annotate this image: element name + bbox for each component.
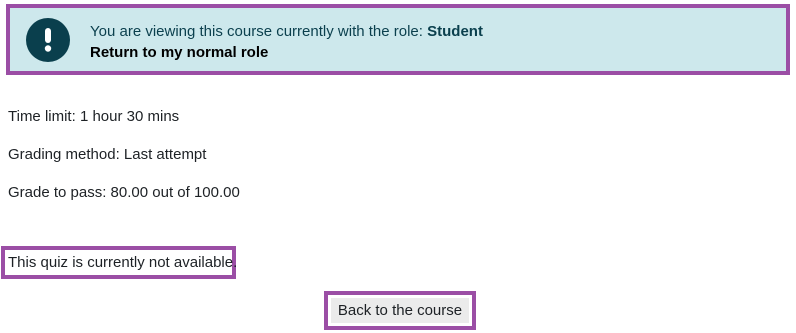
quiz-unavailable-notice: This quiz is currently not available.: [1, 246, 238, 279]
exclamation-icon: [26, 18, 70, 62]
time-limit-text: Time limit: 1 hour 30 mins: [8, 108, 180, 125]
role-switch-alert: You are viewing this course currently wi…: [6, 4, 790, 75]
grading-method-text: Grading method: Last attempt: [8, 146, 207, 163]
alert-message-prefix: You are viewing this course currently wi…: [90, 23, 428, 40]
quiz-unavailable-text: This quiz is currently not available.: [8, 254, 238, 271]
current-role: Student: [427, 23, 483, 40]
grade-to-pass-text: Grade to pass: 80.00 out of 100.00: [8, 184, 240, 201]
alert-message: You are viewing this course currently wi…: [90, 21, 483, 63]
back-to-course-button[interactable]: Back to the course: [331, 298, 469, 323]
return-to-normal-role-link[interactable]: Return to my normal role: [90, 42, 483, 63]
back-button-highlight: Back to the course: [324, 291, 476, 330]
